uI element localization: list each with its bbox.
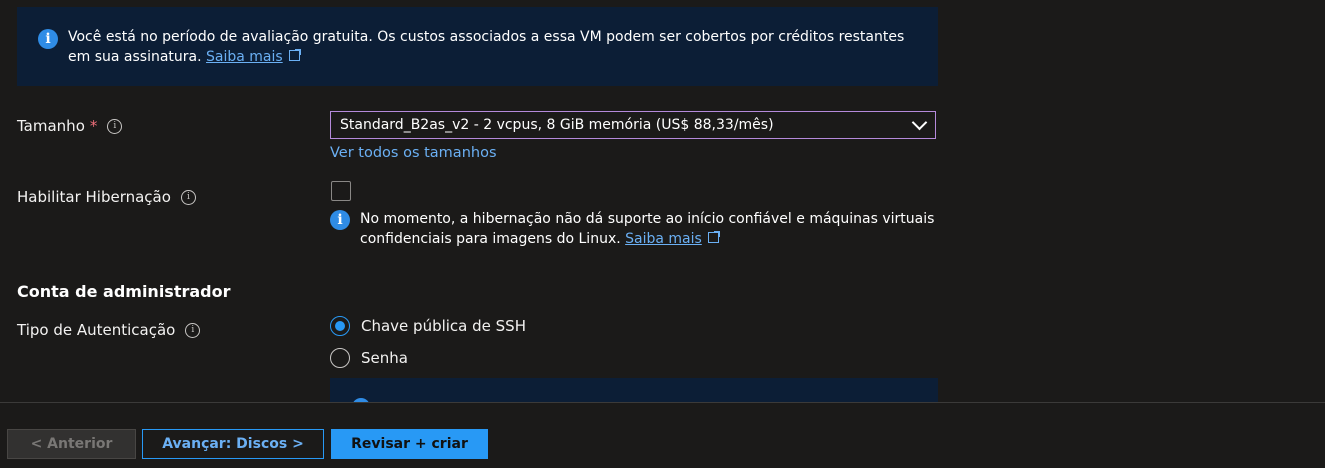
radio-selected-indicator[interactable] (330, 316, 350, 336)
radio-ssh-public-key[interactable]: Chave pública de SSH (330, 316, 526, 336)
next-disks-button[interactable]: Avançar: Discos > (142, 429, 324, 459)
hibernation-info-text-block: No momento, a hibernação não dá suporte … (360, 209, 940, 249)
radio-unselected-indicator[interactable] (330, 348, 350, 368)
required-asterisk: * (89, 117, 98, 135)
radio-password-label: Senha (361, 349, 408, 367)
hibernation-learn-more-link[interactable]: Saiba mais (625, 231, 702, 247)
vm-create-page: i Você está no período de avaliação grat… (0, 0, 1325, 468)
hibernation-label: Habilitar Hibernação (17, 188, 171, 206)
see-all-sizes-link[interactable]: Ver todos os tamanhos (330, 145, 497, 161)
auth-type-label: Tipo de Autenticação (17, 321, 176, 339)
size-label: Tamanho (17, 117, 85, 135)
info-tooltip-icon[interactable]: i (180, 189, 196, 205)
form-scroll-area[interactable]: i Você está no período de avaliação grat… (0, 0, 1325, 402)
info-tooltip-icon[interactable]: i (107, 118, 123, 134)
banner-text-block: Você está no período de avaliação gratui… (68, 27, 928, 67)
wizard-footer: < Anterior Avançar: Discos > Revisar + c… (0, 402, 1325, 468)
external-link-icon (288, 49, 301, 61)
hibernation-label-row: Habilitar Hibernação i (17, 188, 196, 206)
auth-type-label-row: Tipo de Autenticação i (17, 321, 201, 339)
info-icon: i (330, 210, 350, 230)
radio-ssh-label: Chave pública de SSH (361, 317, 526, 335)
info-tooltip-icon[interactable]: i (185, 322, 201, 338)
external-link-icon (707, 231, 720, 243)
previous-button[interactable]: < Anterior (7, 429, 136, 459)
info-icon: i (38, 29, 58, 49)
chevron-down-icon (911, 114, 928, 131)
hibernation-checkbox[interactable] (331, 181, 351, 201)
size-label-row: Tamanho * i (17, 117, 123, 135)
review-create-button[interactable]: Revisar + criar (331, 429, 488, 459)
radio-password[interactable]: Senha (330, 348, 408, 368)
banner-learn-more-link[interactable]: Saiba mais (206, 49, 283, 65)
banner-text: Você está no período de avaliação gratui… (68, 29, 905, 65)
free-trial-info-banner: i Você está no período de avaliação grat… (17, 7, 938, 86)
size-dropdown[interactable]: Standard_B2as_v2 - 2 vcpus, 8 GiB memóri… (330, 111, 936, 139)
ssh-info-panel (330, 378, 938, 402)
admin-account-heading: Conta de administrador (17, 282, 231, 301)
size-dropdown-value: Standard_B2as_v2 - 2 vcpus, 8 GiB memóri… (340, 117, 774, 133)
